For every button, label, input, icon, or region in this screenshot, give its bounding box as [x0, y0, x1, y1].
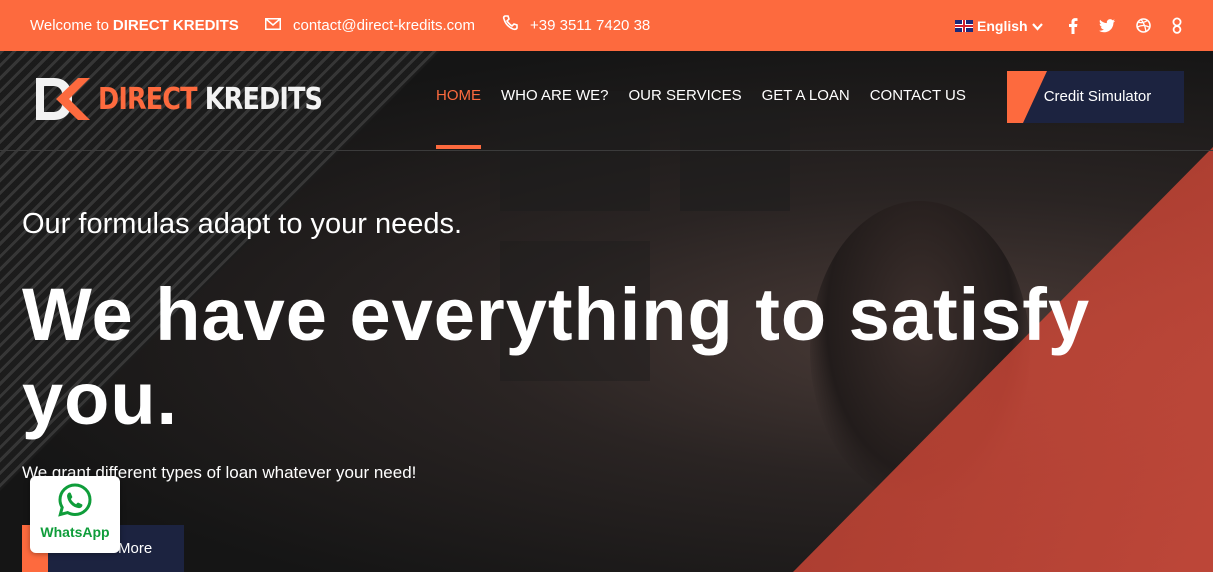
nav-item-contact-us[interactable]: CONTACT US: [870, 87, 966, 149]
chevron-down-icon: [1031, 18, 1043, 34]
phone-link[interactable]: +39 3511 7420 38: [502, 0, 650, 51]
hero-subtitle: Our formulas adapt to your needs.: [22, 208, 463, 240]
uk-flag-icon: [955, 19, 973, 32]
phone-text: +39 3511 7420 38: [530, 17, 651, 34]
credit-simulator-button[interactable]: Credit Simulator: [1007, 71, 1184, 123]
header-divider: [0, 150, 1213, 151]
email-link[interactable]: contact@direct-kredits.com: [265, 0, 475, 51]
whatsapp-icon: [57, 482, 93, 518]
logo-mark-icon: [34, 75, 92, 123]
dribbble-icon[interactable]: [1136, 0, 1151, 51]
logo-text-kredits: KREDITS: [204, 81, 323, 117]
hero-headline: We have everything to satisfy you.: [22, 273, 1091, 440]
welcome-brand: DIRECT KREDITS: [112, 17, 239, 34]
hero-section: DIRECT KREDITS HOME WHO ARE WE? OUR SERV…: [0, 51, 1213, 572]
google-icon[interactable]: [1171, 0, 1183, 51]
main-nav: HOME WHO ARE WE? OUR SERVICES GET A LOAN…: [436, 87, 966, 149]
email-text: contact@direct-kredits.com: [293, 17, 475, 34]
logo-text-direct: DIRECT: [98, 81, 198, 117]
welcome-prefix: Welcome to: [30, 17, 109, 34]
whatsapp-widget[interactable]: WhatsApp: [30, 476, 120, 553]
logo-text: DIRECT KREDITS: [98, 81, 323, 117]
site-logo[interactable]: DIRECT KREDITS: [34, 74, 362, 124]
top-bar: Welcome to DIRECT KREDITS contact@direct…: [0, 0, 1213, 51]
envelope-icon: [265, 17, 281, 35]
language-selector[interactable]: English: [955, 0, 1043, 51]
more-button-label: More: [118, 540, 153, 557]
twitter-icon[interactable]: [1099, 0, 1115, 51]
phone-icon: [502, 15, 518, 36]
credit-simulator-label: Credit Simulator: [1043, 88, 1152, 105]
whatsapp-label: WhatsApp: [40, 524, 110, 540]
facebook-icon[interactable]: [1068, 0, 1078, 51]
language-label: English: [977, 17, 1028, 34]
nav-item-get-a-loan[interactable]: GET A LOAN: [762, 87, 850, 149]
welcome-text: Welcome to DIRECT KREDITS: [30, 0, 239, 51]
nav-item-who-are-we[interactable]: WHO ARE WE?: [501, 87, 609, 149]
nav-item-home[interactable]: HOME: [436, 87, 481, 149]
nav-item-our-services[interactable]: OUR SERVICES: [629, 87, 742, 149]
